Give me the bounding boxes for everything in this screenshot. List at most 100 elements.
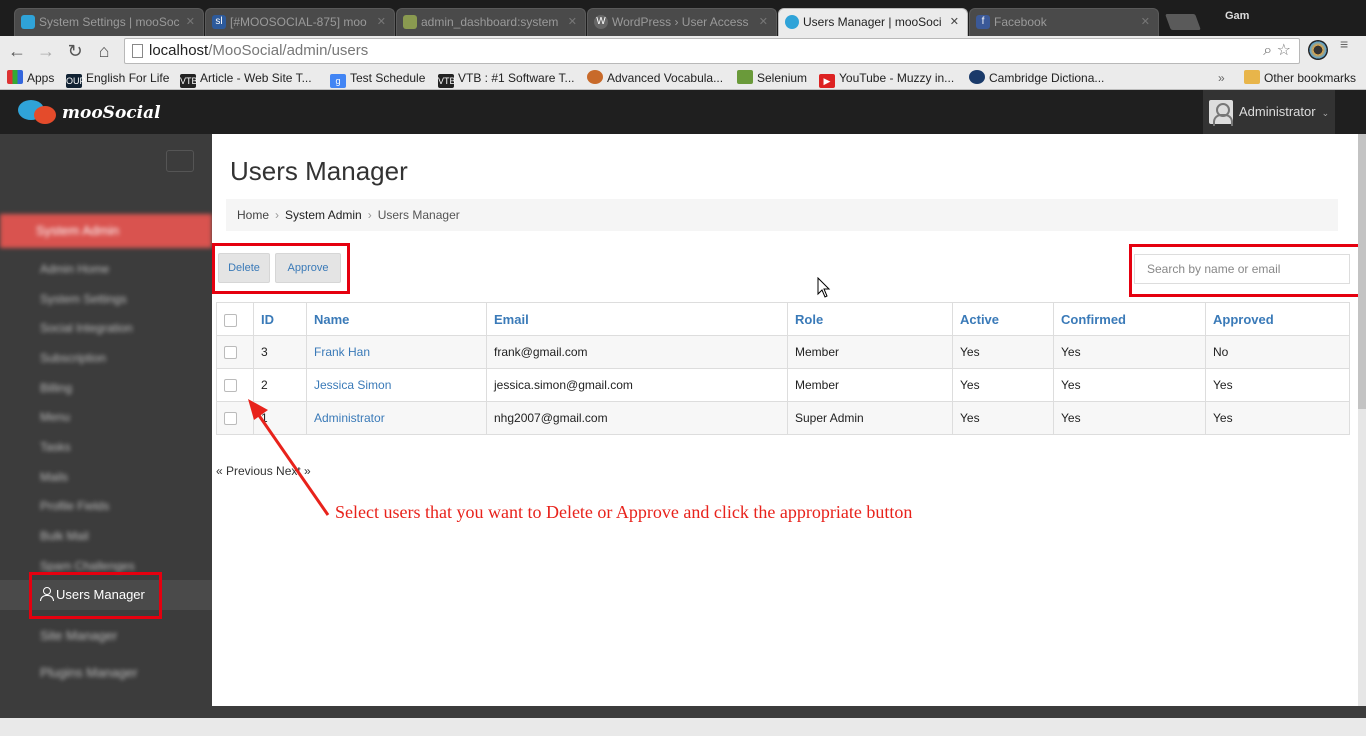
cell-confirmed: Yes [1053,368,1206,402]
sidebar-group-site-manager[interactable]: Site Manager [0,618,212,654]
sidebar-item-subscription[interactable]: Subscription [0,343,212,373]
cell-approved: Yes [1205,368,1350,402]
column-header-role[interactable]: Role [787,302,953,336]
breadcrumb-system-admin[interactable]: System Admin [285,208,362,222]
cell-approved: Yes [1205,401,1350,435]
document-favicon-icon [403,15,417,29]
cell-id: 2 [253,368,307,402]
page-title: Users Manager [230,156,408,186]
browser-tab[interactable]: W WordPress › User Access ✕ [587,8,777,36]
table-row: 1 Administrator nhg2007@gmail.com Super … [216,401,1350,435]
bookmark-item[interactable]: Cambridge Dictiona... [969,70,1104,86]
cell-role: Super Admin [787,401,953,435]
pagination[interactable]: « Previous Next » [216,464,311,478]
cell-name-link[interactable]: Administrator [306,401,487,435]
column-header-active[interactable]: Active [952,302,1054,336]
sidebar-item-menu[interactable]: Menu [0,402,212,432]
sidebar-item-bulk-mail[interactable]: Bulk Mail [0,521,212,551]
cell-name-link[interactable]: Frank Han [306,335,487,369]
selenium-icon [737,70,753,84]
browser-tab-active[interactable]: Users Manager | mooSoci ✕ [778,8,968,36]
highlight-box-search [1129,244,1363,297]
back-arrow-icon[interactable]: ← [6,40,28,62]
scrollbar-thumb[interactable] [1358,134,1366,409]
browser-tabstrip: System Settings | mooSoc ✕ sl [#MOOSOCIAL-… [0,0,1366,36]
column-header-email[interactable]: Email [486,302,788,336]
select-all-cell [216,302,254,336]
cell-active: Yes [952,368,1054,402]
mouse-cursor-icon [817,277,831,298]
app-header: mooSocial Administrator ⌄ [0,90,1366,134]
wordpress-favicon-icon: W [594,15,608,29]
table-header-row: ID Name Email Role Active Confirmed Appr… [216,302,1350,336]
extension-icon[interactable] [1308,40,1328,60]
menu-icon[interactable]: ≡ [1340,37,1356,51]
new-tab-button[interactable] [1165,14,1201,30]
browser-tab[interactable]: sl [#MOOSOCIAL-875] moo ✕ [205,8,395,36]
cell-role: Member [787,368,953,402]
column-header-name[interactable]: Name [306,302,487,336]
bookmark-item[interactable]: g Test Schedule [330,70,425,88]
cell-active: Yes [952,401,1054,435]
column-header-confirmed[interactable]: Confirmed [1053,302,1206,336]
bookmark-item[interactable]: VTB VTB : #1 Software T... [438,70,575,88]
user-menu[interactable]: Administrator ⌄ [1203,90,1335,134]
column-header-approved[interactable]: Approved [1205,302,1350,336]
close-icon[interactable]: ✕ [759,9,768,35]
page-scrollbar[interactable] [1358,134,1366,706]
row-checkbox[interactable] [224,379,237,393]
sidebar-item-system-settings[interactable]: System Settings [0,284,212,314]
bookmark-item[interactable]: Selenium [737,70,807,86]
sidebar-item-billing[interactable]: Billing [0,373,212,403]
youtube-icon: ▶ [819,74,835,88]
other-bookmarks[interactable]: Other bookmarks [1244,70,1356,86]
bookmark-item[interactable]: OUPEnglish For Life [66,70,169,88]
close-icon[interactable]: ✕ [950,9,959,35]
google-icon: g [330,74,346,88]
vtb-icon: VTB [438,74,456,88]
home-icon[interactable]: ⌂ [93,40,115,62]
column-header-id[interactable]: ID [253,302,307,336]
omnibox-icons: ⌕ ☆ [1263,39,1291,63]
close-icon[interactable]: ✕ [568,9,577,35]
browser-tab[interactable]: f Facebook ✕ [969,8,1159,36]
close-icon[interactable]: ✕ [186,9,195,35]
cell-id: 1 [253,401,307,435]
bookmark-star-icon[interactable]: ☆ [1277,42,1291,59]
cell-approved: No [1205,335,1350,369]
brand-name[interactable]: mooSocial [62,103,161,123]
cell-id: 3 [253,335,307,369]
bookmarks-overflow-button[interactable]: » [1218,70,1225,86]
jira-favicon-icon: sl [212,15,226,29]
moosocial-logo-icon[interactable] [18,100,60,124]
sidebar-item-social-integration[interactable]: Social Integration [0,313,212,343]
apps-icon [7,70,23,84]
sidebar-group-plugins-manager[interactable]: Plugins Manager [0,655,212,691]
browser-toolbar: ← → ↻ ⌂ localhost/MooSocial/admin/users … [0,36,1366,66]
zoom-icon[interactable]: ⌕ [1263,42,1272,59]
bookmark-item[interactable]: ▶ YouTube - Muzzy in... [819,70,954,88]
cell-name-link[interactable]: Jessica Simon [306,368,487,402]
browser-tab[interactable]: System Settings | mooSoc ✕ [14,8,204,36]
sidebar-item-tasks[interactable]: Tasks [0,432,212,462]
address-bar[interactable]: localhost/MooSocial/admin/users ⌕ ☆ [124,38,1300,64]
sidebar-item-mails[interactable]: Mails [0,462,212,492]
bookmark-item[interactable]: VTB Article - Web Site T... [180,70,312,88]
select-all-checkbox[interactable] [224,313,237,327]
forward-arrow-icon[interactable]: → [35,40,57,62]
row-checkbox[interactable] [224,346,237,360]
row-checkbox[interactable] [224,412,237,426]
cambridge-icon [969,70,985,84]
bookmark-item[interactable]: Advanced Vocabula... [587,70,723,86]
bookmark-apps[interactable]: Apps [7,70,54,86]
sidebar-collapse-button[interactable] [166,150,194,172]
browser-tab[interactable]: admin_dashboard:system ✕ [396,8,586,36]
close-icon[interactable]: ✕ [377,9,386,35]
sidebar-item-admin-home[interactable]: Admin Home [0,254,212,284]
sidebar-item-profile-fields[interactable]: Profile Fields [0,491,212,521]
sidebar-section-system-admin[interactable]: System Admin [0,214,212,248]
close-icon[interactable]: ✕ [1141,9,1150,35]
cell-role: Member [787,335,953,369]
reload-icon[interactable]: ↻ [64,40,86,62]
breadcrumb-home[interactable]: Home [237,208,269,222]
